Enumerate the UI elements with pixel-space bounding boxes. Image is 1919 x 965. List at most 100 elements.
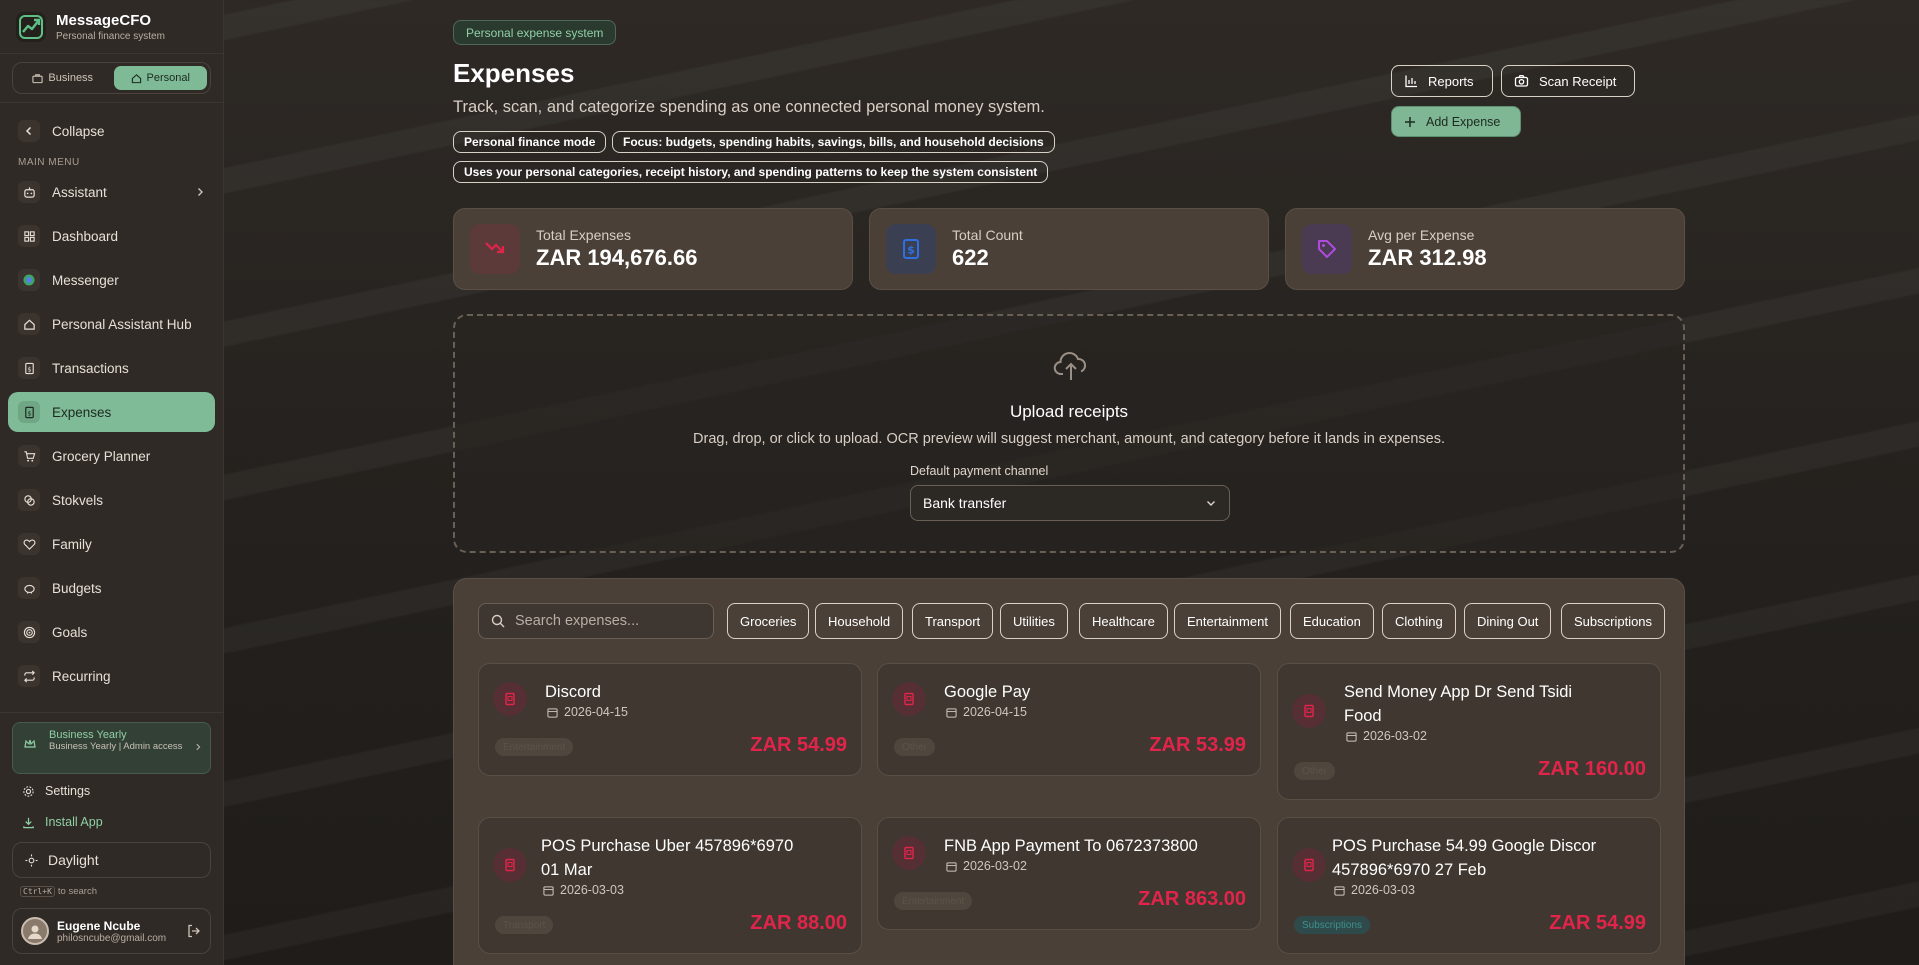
reports-button[interactable]: Reports — [1391, 65, 1493, 97]
business-mode-button[interactable]: Business — [16, 66, 110, 90]
plan-card[interactable]: Business Yearly Business Yearly | Admin … — [12, 722, 211, 774]
chevron-left-icon — [18, 120, 40, 142]
expense-amount: ZAR 160.00 — [1538, 758, 1646, 780]
sidebar-item-budgets[interactable]: Budgets — [8, 568, 215, 608]
expense-category-badge: Other — [894, 738, 936, 756]
personal-mode-button[interactable]: Personal — [113, 66, 207, 90]
brand[interactable]: MessageCFO Personal finance system — [0, 0, 223, 54]
user-card[interactable]: Eugene Ncube philosncube@gmail.com — [12, 908, 211, 954]
sidebar-item-goals[interactable]: Goals — [8, 612, 215, 652]
receipt-icon: $ — [886, 224, 936, 274]
category-chip-groceries[interactable]: Groceries — [727, 603, 810, 639]
expense-date: 2026-03-02 — [946, 859, 1027, 873]
search-shortcut-hint: Ctrl+K to search — [20, 886, 97, 897]
shortcut-text: to search — [57, 886, 97, 897]
sidebar-item-dashboard[interactable]: Dashboard — [8, 216, 215, 256]
sidebar-item-label: Transactions — [52, 360, 129, 376]
sidebar-item-expenses[interactable]: $ Expenses — [8, 392, 215, 432]
avatar — [21, 917, 49, 945]
upload-dropzone[interactable]: Upload receipts Drag, drop, or click to … — [453, 314, 1685, 553]
consistency-tag: Uses your personal categories, receipt h… — [453, 161, 1049, 183]
target-icon — [18, 621, 40, 643]
theme-toggle[interactable]: Daylight — [12, 842, 211, 878]
expense-name: POS Purchase 54.99 Google Discor 457896*… — [1332, 837, 1597, 879]
install-app-link[interactable]: Install App — [12, 815, 103, 829]
category-chip-clothing[interactable]: Clothing — [1382, 603, 1456, 639]
add-expense-button[interactable]: Add Expense — [1391, 106, 1521, 137]
divider — [0, 102, 223, 103]
home-icon — [18, 313, 40, 335]
expense-card[interactable]: Send Money App Dr Send Tsidi Food 2026-0… — [1277, 663, 1661, 800]
category-chip-education[interactable]: Education — [1290, 603, 1374, 639]
mode-tag: Personal finance mode — [453, 131, 607, 153]
divider — [0, 712, 223, 713]
theme-label: Daylight — [48, 852, 99, 868]
expense-date: 2026-03-02 — [1346, 729, 1427, 743]
total-expenses-card: Total Expenses ZAR 194,676.66 — [453, 208, 853, 290]
calendar-icon — [1346, 731, 1357, 742]
expense-amount: ZAR 53.99 — [1149, 734, 1246, 756]
expense-list-panel: Search expenses... Groceries Household T… — [453, 578, 1685, 965]
expense-date: 2026-04-15 — [946, 705, 1027, 719]
expense-category-badge: Subscriptions — [1294, 916, 1371, 934]
scan-receipt-button[interactable]: Scan Receipt — [1501, 65, 1635, 97]
expense-card[interactable]: FNB App Payment To 0672373800 2026-03-02… — [877, 817, 1261, 930]
payment-channel-label: Default payment channel — [910, 464, 1049, 478]
payment-channel-select[interactable]: Bank transfer — [910, 485, 1230, 521]
receipt-icon — [493, 848, 527, 882]
calendar-icon — [543, 885, 554, 896]
category-chip-dining-out[interactable]: Dining Out — [1464, 603, 1552, 639]
page-subtitle: Track, scan, and categorize spending as … — [453, 98, 1045, 116]
logout-icon[interactable] — [186, 923, 202, 939]
category-chip-entertainment[interactable]: Entertainment — [1174, 603, 1281, 639]
chevron-down-icon — [1207, 501, 1215, 506]
cart-icon — [18, 445, 40, 467]
chevron-right-icon — [198, 188, 203, 196]
category-chip-healthcare[interactable]: Healthcare — [1079, 603, 1168, 639]
briefcase-icon — [32, 73, 44, 83]
shortcut-key: Ctrl+K — [20, 886, 55, 897]
settings-link[interactable]: Settings — [12, 784, 90, 798]
sidebar-item-personal-assistant-hub[interactable]: Personal Assistant Hub — [8, 304, 215, 344]
home-icon — [131, 73, 141, 83]
stat-label: Total Expenses — [536, 227, 631, 243]
calendar-icon — [946, 707, 957, 718]
category-chip-subscriptions[interactable]: Subscriptions — [1561, 603, 1666, 639]
focus-tag: Focus: budgets, spending habits, savings… — [612, 131, 1055, 153]
expense-card[interactable]: POS Purchase Uber 457896*6970 01 Mar 202… — [478, 817, 862, 954]
payment-channel-value: Bank transfer — [923, 495, 1007, 511]
expense-date: 2026-04-15 — [547, 705, 628, 719]
plus-icon — [1405, 116, 1415, 127]
expense-card[interactable]: POS Purchase 54.99 Google Discor 457896*… — [1277, 817, 1661, 954]
trending-down-icon — [470, 224, 520, 274]
sidebar-item-messenger[interactable]: Messenger — [8, 260, 215, 300]
sidebar-item-stokvels[interactable]: Stokvels — [8, 480, 215, 520]
expense-name: Google Pay — [944, 683, 1031, 701]
category-chip-utilities[interactable]: Utilities — [1000, 603, 1068, 639]
expense-card[interactable]: Google Pay 2026-04-15 Other ZAR 53.99 — [877, 663, 1261, 776]
expense-amount: ZAR 88.00 — [750, 912, 847, 934]
expense-date-text: 2026-04-15 — [564, 705, 628, 719]
sidebar-item-transactions[interactable]: $ Transactions — [8, 348, 215, 388]
category-chip-household[interactable]: Household — [815, 603, 904, 639]
cloud-upload-icon — [1053, 351, 1087, 380]
expense-card[interactable]: Discord 2026-04-15 Entertainment ZAR 54.… — [478, 663, 862, 776]
grid-icon — [18, 225, 40, 247]
expense-date-text: 2026-03-03 — [560, 883, 624, 897]
sidebar-item-assistant[interactable]: Assistant — [8, 172, 215, 212]
sidebar-item-label: Budgets — [52, 580, 102, 596]
sidebar-item-label: Grocery Planner — [52, 448, 151, 464]
expense-name: POS Purchase Uber 457896*6970 01 Mar — [541, 837, 794, 879]
category-chip-transport[interactable]: Transport — [912, 603, 994, 639]
collapse-button[interactable]: Collapse — [8, 111, 215, 151]
trend-chart-logo-icon — [16, 11, 46, 42]
search-input[interactable]: Search expenses... — [478, 603, 714, 639]
sidebar-item-label: Expenses — [52, 404, 112, 420]
sidebar-item-family[interactable]: Family — [8, 524, 215, 564]
expense-amount: ZAR 54.99 — [750, 734, 847, 756]
sidebar: MessageCFO Personal finance system Busin… — [0, 0, 224, 965]
calendar-icon — [1334, 885, 1345, 896]
sidebar-item-grocery-planner[interactable]: Grocery Planner — [8, 436, 215, 476]
receipt-icon — [1292, 694, 1326, 728]
sidebar-item-recurring[interactable]: Recurring — [8, 656, 215, 696]
